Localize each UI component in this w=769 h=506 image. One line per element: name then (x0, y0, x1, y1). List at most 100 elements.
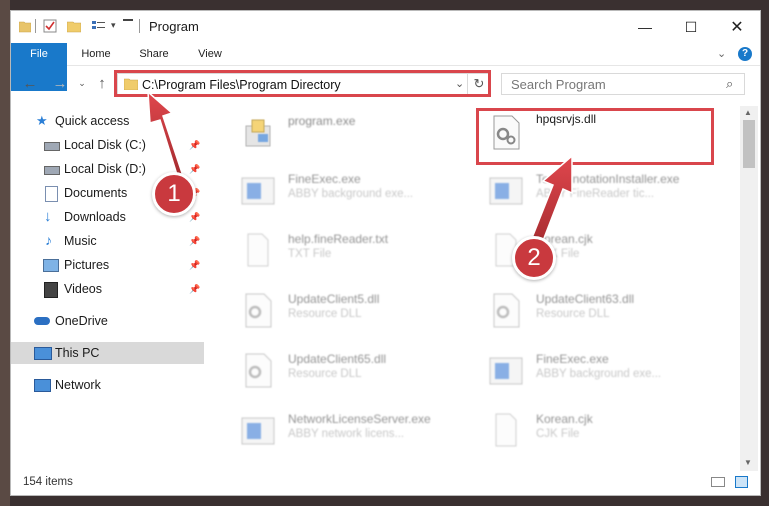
step-2-badge: 2 (512, 236, 556, 280)
maximize-button[interactable]: ☐ (668, 11, 714, 43)
nav-videos[interactable]: Videos 📌 (11, 278, 204, 300)
file-description: TXT File (288, 248, 332, 260)
scroll-up-icon[interactable]: ▲ (744, 108, 752, 117)
file-item[interactable]: UpdateClient65.dll Resource DLL (226, 346, 466, 394)
file-item[interactable]: NetworkLicenseServer.exe ABBY network li… (226, 406, 466, 454)
file-item-program-exe[interactable]: program.exe (226, 108, 466, 156)
navigation-pane: ★ Quick access Local Disk (C:) 📌 Local D… (11, 106, 204, 466)
help-icon[interactable]: ? (738, 47, 752, 61)
file-item[interactable]: TextAnnotationInstaller.exe ABBY FineRea… (474, 166, 714, 214)
app-window-icon (489, 357, 523, 385)
nav-label: This PC (55, 346, 100, 360)
file-name: FineExec.exe (288, 172, 361, 186)
chevron-down-icon[interactable]: ▾ (111, 20, 116, 31)
file-item[interactable]: UpdateClient63.dll Resource DLL (474, 286, 714, 334)
expand-ribbon-icon[interactable]: ⌄ (717, 47, 726, 60)
file-description: ABBY background exe... (536, 368, 662, 380)
nav-label: Music (64, 234, 97, 248)
file-name: UpdateClient65.dll (288, 352, 387, 366)
title-bar: ▾ Program — ☐ ✕ (11, 11, 760, 43)
forward-arrow-icon[interactable]: → (49, 72, 71, 94)
pin-icon[interactable]: 📌 (189, 140, 200, 151)
file-item[interactable]: FineExec.exe ABBY background exe... (226, 166, 466, 214)
file-item[interactable]: Korean.cjk CJK File (474, 406, 714, 454)
cloud-icon (34, 317, 50, 325)
file-name: TextAnnotationInstaller.exe (536, 172, 680, 186)
separator (35, 19, 36, 33)
up-arrow-icon[interactable]: ↑ (91, 72, 113, 94)
file-description: Resource DLL (288, 308, 362, 320)
search-placeholder: Search Program (511, 77, 606, 92)
app-window-icon (489, 177, 523, 205)
separator (139, 19, 140, 33)
file-item[interactable]: FineExec.exe ABBY background exe... (474, 346, 714, 394)
file-item[interactable]: UpdateClient5.dll Resource DLL (226, 286, 466, 334)
pin-icon[interactable]: 📌 (189, 284, 200, 295)
nav-label: Pictures (64, 258, 110, 272)
nav-label: Documents (64, 186, 128, 200)
recent-locations-icon[interactable]: ⌄ (71, 72, 93, 94)
file-item[interactable]: help.fineReader.txt TXT File (226, 226, 466, 274)
app-window-icon (241, 417, 275, 445)
scrollbar-thumb[interactable] (743, 120, 755, 168)
window-title: Program (149, 19, 199, 34)
pin-icon[interactable]: 📌 (189, 260, 200, 271)
pin-icon[interactable]: 📌 (189, 164, 200, 175)
item-count: 154 items (23, 476, 73, 488)
file-name: Korean.cjk (536, 412, 593, 426)
nav-label: Network (55, 378, 101, 392)
file-description: ABBY FineReader tic... (536, 188, 655, 200)
nav-music[interactable]: ♪ Music 📌 (11, 230, 204, 252)
minimize-button[interactable]: — (622, 11, 668, 43)
star-icon: ★ (36, 113, 48, 128)
computer-icon (34, 347, 52, 360)
dll-gear-icon (245, 293, 272, 328)
film-icon (44, 282, 58, 298)
tab-share[interactable]: Share (131, 43, 177, 65)
drive-icon (44, 166, 60, 175)
new-folder-icon[interactable] (67, 19, 81, 33)
back-arrow-icon[interactable]: ← (19, 72, 41, 94)
nav-pictures[interactable]: Pictures 📌 (11, 254, 204, 276)
file-item[interactable]: Korean.cjk CJK File (474, 226, 714, 274)
nav-local-disk-c[interactable]: Local Disk (C:) 📌 (11, 134, 204, 156)
picture-icon (43, 259, 59, 272)
nav-label: OneDrive (55, 314, 108, 328)
file-description: ABBY background exe... (288, 188, 414, 200)
nav-label: Downloads (64, 210, 126, 224)
search-input[interactable]: Search Program ⌕ (501, 73, 745, 95)
nav-label: Local Disk (D:) (64, 162, 146, 176)
nav-quick-access[interactable]: ★ Quick access (11, 110, 204, 132)
file-name: UpdateClient63.dll (536, 292, 635, 306)
nav-network[interactable]: Network (11, 374, 204, 396)
customize-toolbar-icon[interactable] (123, 19, 133, 21)
file-highlight (476, 108, 714, 165)
pin-icon[interactable]: 📌 (189, 236, 200, 247)
music-note-icon: ♪ (45, 232, 52, 248)
nav-onedrive[interactable]: OneDrive (11, 310, 204, 332)
nav-label: Local Disk (C:) (64, 138, 146, 152)
drive-icon (44, 142, 60, 151)
step-1-badge: 1 (152, 172, 196, 216)
folder-icon (19, 21, 31, 33)
properties-icon[interactable] (43, 19, 57, 33)
tab-home[interactable]: Home (73, 43, 119, 65)
vertical-scrollbar[interactable]: ▲ ▼ (740, 106, 758, 471)
large-icons-view-icon[interactable] (735, 476, 748, 488)
scroll-down-icon[interactable]: ▼ (744, 458, 752, 467)
ribbon-tabs: File Home Share View ⌄ ? (11, 43, 760, 91)
pin-icon[interactable]: 📌 (189, 212, 200, 223)
close-button[interactable]: ✕ (714, 11, 760, 43)
view-options-icon[interactable] (91, 19, 107, 33)
app-window-icon (241, 177, 275, 205)
nav-this-pc[interactable]: This PC (11, 342, 204, 364)
details-view-icon[interactable] (711, 477, 725, 487)
nav-label: Quick access (55, 114, 130, 128)
text-file-icon (495, 413, 517, 447)
tab-view[interactable]: View (187, 43, 233, 65)
nav-label: Videos (64, 282, 102, 296)
dll-gear-icon (245, 353, 272, 388)
desktop-background (0, 0, 10, 506)
dll-gear-icon (493, 293, 520, 328)
file-name: help.fineReader.txt (288, 232, 389, 246)
